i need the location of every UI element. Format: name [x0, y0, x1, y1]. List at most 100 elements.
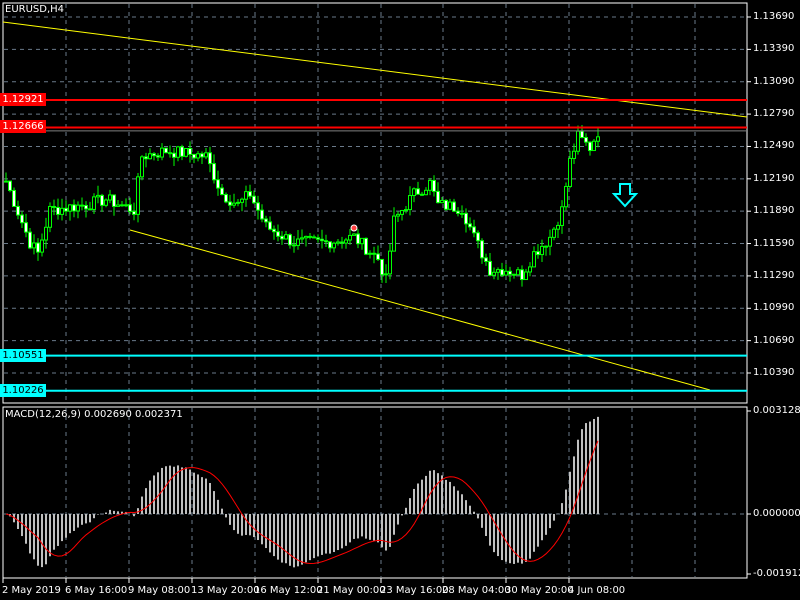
candle-bull: [560, 206, 564, 226]
candle-bull: [196, 153, 200, 159]
price-axis-label: 1.13690: [753, 11, 795, 22]
candle-bear: [472, 226, 476, 234]
candle-bull: [368, 252, 372, 255]
trendline-lower: [129, 229, 711, 391]
candle-bear: [288, 234, 292, 246]
time-axis-label: 23 May 16:00: [380, 585, 449, 596]
candle-bull: [428, 179, 432, 191]
candle-bull: [296, 238, 300, 246]
candle-bull: [76, 204, 80, 212]
candle-bull: [540, 245, 544, 256]
candle-bull: [544, 245, 548, 248]
candle-bull: [284, 234, 288, 240]
candle-bear: [268, 221, 272, 230]
candle-bear: [320, 238, 324, 242]
price-axis-label: 1.11590: [753, 237, 795, 249]
candle-bull: [392, 215, 396, 252]
candle-bull: [388, 250, 392, 275]
alert-marker-icon: [350, 224, 358, 232]
candle-bear: [292, 244, 296, 247]
candle-bear: [64, 207, 68, 212]
candle-bull: [60, 207, 64, 215]
candle-bear: [444, 199, 448, 210]
candle-bull: [304, 235, 308, 239]
candle-bear: [216, 179, 220, 189]
down-arrow-icon: [611, 183, 639, 208]
candle-bull: [116, 204, 120, 207]
candle-bear: [356, 233, 360, 245]
candle-bull: [360, 237, 364, 245]
candle-bear: [80, 204, 84, 207]
candle-bull: [160, 147, 164, 158]
candle-bear: [480, 240, 484, 259]
candle-bull: [408, 195, 412, 211]
candle-bear: [168, 152, 172, 155]
time-axis-label: 30 May 20:00: [505, 585, 574, 596]
candle-bull: [556, 224, 560, 230]
candle-bull: [332, 242, 336, 249]
candle-bear: [316, 237, 320, 240]
candle-bear: [256, 202, 260, 211]
time-axis-label: 4 Jun 08:00: [568, 585, 626, 596]
candle-bear: [436, 190, 440, 204]
candle-bear: [588, 141, 592, 152]
candle-bear: [224, 194, 228, 203]
candle-bear: [324, 240, 328, 243]
candle-bear: [164, 147, 168, 154]
candle-bull: [568, 157, 572, 187]
candle-bull: [592, 140, 596, 152]
candle-bear: [372, 252, 376, 255]
candle-bear: [16, 205, 20, 216]
candle-bull: [68, 204, 72, 212]
candle-bear: [512, 273, 516, 276]
candle-bear: [420, 193, 424, 196]
candle-bull: [440, 199, 444, 204]
candle-bear: [172, 152, 176, 158]
candle-bull: [336, 241, 340, 244]
price-axis-label: 1.12190: [753, 172, 795, 184]
candle-bear: [416, 188, 420, 195]
candle-bear: [192, 153, 196, 159]
candle-bull: [124, 204, 128, 207]
price-axis-label: 1.11290: [753, 269, 795, 281]
candle-bear: [200, 153, 204, 158]
candle-bear: [308, 235, 312, 238]
candle-bear: [312, 236, 316, 239]
candle-bull: [564, 185, 568, 208]
price-chart[interactable]: [0, 0, 800, 600]
price-axis-label: 1.12490: [753, 140, 795, 152]
candle-bear: [584, 137, 588, 143]
candle-bear: [72, 204, 76, 212]
candle-bear: [180, 146, 184, 157]
candle-bull: [576, 130, 580, 152]
price-level-tag: 1.12921: [0, 92, 46, 106]
candle-bear: [452, 201, 456, 212]
candle-bull: [104, 199, 108, 206]
macd-label: MACD(12,26,9) 0.002690 0.002371: [5, 409, 183, 420]
candle-bull: [384, 273, 388, 276]
candle-bear: [28, 231, 32, 249]
trendline-upper: [2, 21, 748, 118]
candle-bull: [120, 204, 124, 207]
candle-bear: [468, 223, 472, 228]
price-axis-label: 1.10690: [753, 334, 795, 346]
candle-bear: [248, 191, 252, 197]
price-axis-label: 1.10390: [753, 367, 795, 378]
candle-bear: [208, 152, 212, 165]
candle-bull: [492, 271, 496, 276]
candle-bull: [348, 234, 352, 241]
time-axis-label: 13 May 20:00: [191, 585, 260, 596]
candle-bear: [252, 195, 256, 204]
candle-bear: [188, 147, 192, 155]
candle-bull: [448, 201, 452, 210]
time-axis-label: 9 May 08:00: [128, 585, 191, 596]
candle-bear: [536, 251, 540, 256]
time-axis-label: 6 May 16:00: [65, 585, 128, 596]
candle-bull: [240, 198, 244, 203]
candle-bear: [488, 260, 492, 276]
candle-bear: [8, 180, 12, 191]
price-axis-label: 1.13390: [753, 43, 795, 55]
candle-bull: [184, 147, 188, 157]
candle-bull: [516, 269, 520, 276]
candle-bull: [524, 271, 528, 281]
